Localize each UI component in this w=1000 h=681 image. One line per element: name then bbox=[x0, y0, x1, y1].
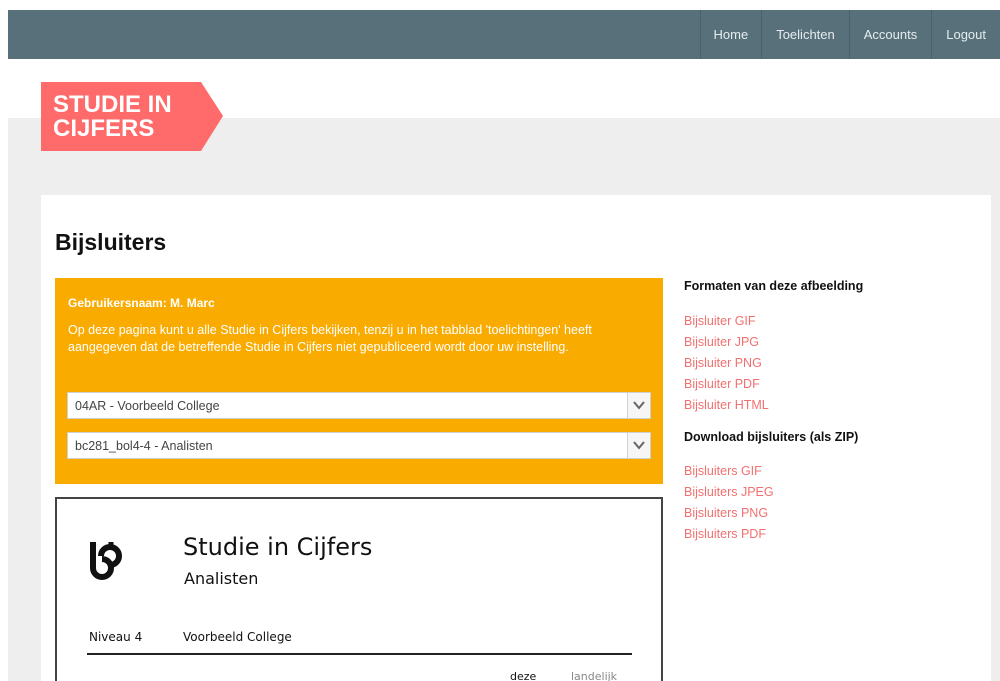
institution-select[interactable]: 04AR - Voorbeeld College bbox=[67, 392, 651, 419]
zip-list: Bijsluiters GIF Bijsluiters JPEG Bijslui… bbox=[684, 461, 774, 545]
chevron-down-icon[interactable] bbox=[627, 393, 650, 418]
nav-accounts[interactable]: Accounts bbox=[848, 10, 931, 59]
study-select-value: bc281_bol4-4 - Analisten bbox=[75, 439, 213, 453]
username-label: Gebruikersnaam: M. Marc bbox=[68, 296, 215, 310]
link-bijsluiters-pdf[interactable]: Bijsluiters PDF bbox=[684, 524, 774, 545]
divider bbox=[87, 653, 632, 655]
nav-logout[interactable]: Logout bbox=[931, 10, 1000, 59]
column-header-landelijk: landelijk bbox=[571, 670, 618, 681]
logo-line1: STUDIE IN bbox=[53, 91, 172, 118]
column-header-deze: deze bbox=[510, 670, 537, 681]
link-bijsluiter-html[interactable]: Bijsluiter HTML bbox=[684, 395, 769, 416]
top-navigation-bar: Home Toelichten Accounts Logout bbox=[8, 10, 1000, 59]
logo-line2: CIJFERS bbox=[53, 115, 154, 142]
chevron-down-icon[interactable] bbox=[627, 433, 650, 458]
nav-toelichten[interactable]: Toelichten bbox=[761, 10, 849, 59]
sbb-logo-icon bbox=[90, 542, 122, 580]
preview-subtitle: Analisten bbox=[184, 569, 259, 588]
preview-college: Voorbeeld College bbox=[183, 630, 292, 644]
nav-home[interactable]: Home bbox=[699, 10, 762, 59]
studie-in-cijfers-logo[interactable]: STUDIE IN CIJFERS bbox=[41, 82, 223, 151]
page-title: Bijsluiters bbox=[55, 229, 167, 255]
info-box: Gebruikersnaam: M. Marc Op deze pagina k… bbox=[55, 278, 663, 484]
top-nav: Home Toelichten Accounts Logout bbox=[699, 10, 1000, 59]
institution-select-value: 04AR - Voorbeeld College bbox=[75, 399, 220, 413]
link-bijsluiters-gif[interactable]: Bijsluiters GIF bbox=[684, 461, 774, 482]
link-bijsluiters-png[interactable]: Bijsluiters PNG bbox=[684, 503, 774, 524]
bijsluiter-preview: Studie in Cijfers Analisten Niveau 4 Voo… bbox=[55, 497, 663, 681]
preview-title: Studie in Cijfers bbox=[183, 533, 373, 561]
study-select[interactable]: bc281_bol4-4 - Analisten bbox=[67, 432, 651, 459]
zip-heading: Download bijsluiters (als ZIP) bbox=[684, 430, 859, 444]
preview-niveau: Niveau 4 bbox=[89, 630, 143, 644]
link-bijsluiter-jpg[interactable]: Bijsluiter JPG bbox=[684, 332, 769, 353]
link-bijsluiters-jpeg[interactable]: Bijsluiters JPEG bbox=[684, 482, 774, 503]
link-bijsluiter-pdf[interactable]: Bijsluiter PDF bbox=[684, 374, 769, 395]
intro-text: Op deze pagina kunt u alle Studie in Cij… bbox=[68, 323, 592, 354]
formats-list: Bijsluiter GIF Bijsluiter JPG Bijsluiter… bbox=[684, 311, 769, 416]
link-bijsluiter-png[interactable]: Bijsluiter PNG bbox=[684, 353, 769, 374]
formats-heading: Formaten van deze afbeelding bbox=[684, 279, 864, 293]
link-bijsluiter-gif[interactable]: Bijsluiter GIF bbox=[684, 311, 769, 332]
